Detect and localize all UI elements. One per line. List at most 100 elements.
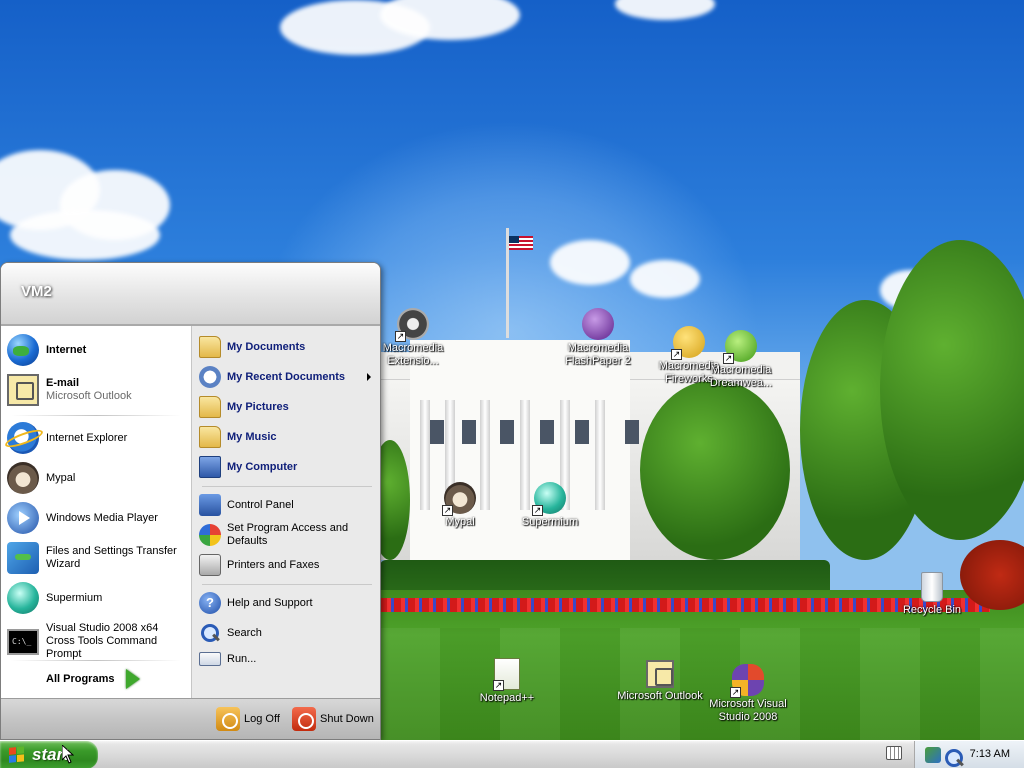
desktop-icon-notepadpp[interactable]: ↗ Notepad++ <box>462 658 552 705</box>
recent-internet-explorer[interactable]: Internet Explorer <box>7 422 187 454</box>
place-my-pictures[interactable]: My Pictures <box>199 396 379 418</box>
desktop-icon-visual-studio[interactable]: ↗ Microsoft Visual Studio 2008 <box>703 664 793 724</box>
place-my-music[interactable]: My Music <box>199 426 379 448</box>
run[interactable]: Run... <box>199 652 379 666</box>
all-programs-button[interactable]: All Programs <box>46 669 141 689</box>
notepadpp-icon: ↗ <box>493 658 520 691</box>
place-my-documents[interactable]: My Documents <box>199 336 379 358</box>
recent-windows-media-player[interactable]: Windows Media Player <box>7 502 187 534</box>
recent-documents-icon <box>199 366 221 388</box>
system-program-access[interactable]: Set Program Access and Defaults <box>199 522 379 548</box>
shut-down-button[interactable]: Shut Down <box>292 707 374 731</box>
network-icon[interactable] <box>925 747 941 763</box>
system-tray: 7:13 AM <box>914 741 1024 768</box>
start-menu-footer: Log Off Shut Down <box>1 698 380 739</box>
key-icon <box>216 707 240 731</box>
macromedia-extension-icon: ↗ <box>395 308 429 342</box>
keyboard-icon[interactable] <box>886 746 902 760</box>
recent-vs-command-prompt[interactable]: Visual Studio 2008 x64 Cross Tools Comma… <box>7 622 187 661</box>
item-label: Files and Settings Transfer Wizard <box>46 545 177 570</box>
item-sublabel: Microsoft Outlook <box>46 390 132 402</box>
supermium-icon: ↗ <box>532 482 566 516</box>
cloud <box>615 0 715 20</box>
desktop-icon-label: Microsoft Visual Studio 2008 <box>709 698 787 723</box>
start-menu: VM2 Internet E-mail Microsoft Outlook In… <box>0 262 381 740</box>
desktop-icon-supermium[interactable]: ↗ Supermium <box>505 482 595 529</box>
desktop-icon-macromedia-flashpaper[interactable]: Macromedia FlashPaper 2 <box>553 308 643 368</box>
recent-mypal[interactable]: Mypal <box>7 462 187 494</box>
window <box>430 420 444 444</box>
desktop-icon-outlook[interactable]: Microsoft Outlook <box>615 660 705 703</box>
recent-supermium[interactable]: Supermium <box>7 582 187 614</box>
separator <box>11 415 181 416</box>
cloud <box>630 260 700 298</box>
start-button[interactable]: start <box>0 741 98 768</box>
my-pictures-icon <box>199 396 221 418</box>
help-and-support[interactable]: ? Help and Support <box>199 592 379 614</box>
run-icon <box>199 652 221 666</box>
place-my-recent-documents[interactable]: My Recent Documents <box>199 366 379 388</box>
system-printers-and-faxes[interactable]: Printers and Faxes <box>199 554 379 576</box>
program-access-icon <box>199 524 221 546</box>
pinned-internet[interactable]: Internet <box>7 334 187 366</box>
desktop-icon-macromedia-extension[interactable]: ↗ Macromedia Extensio... <box>368 308 458 368</box>
window <box>540 420 554 444</box>
cloud <box>10 210 160 260</box>
item-label: E-mail <box>46 377 80 389</box>
window <box>500 420 514 444</box>
clock[interactable]: 7:13 AM <box>970 748 1010 760</box>
window <box>625 420 639 444</box>
mypal-icon <box>7 462 39 494</box>
search[interactable]: Search <box>199 622 379 644</box>
recent-transfer-wizard[interactable]: Files and Settings Transfer Wizard <box>7 542 187 574</box>
start-menu-header: VM2 <box>1 263 380 326</box>
start-menu-places-pane: My Documents My Recent Documents My Pict… <box>191 326 380 698</box>
separator <box>202 486 372 487</box>
item-label: Windows Media Player <box>46 511 158 524</box>
internet-globe-icon <box>7 334 39 366</box>
desktop-icon-macromedia-dreamweaver[interactable]: ↗ Macromedia Dreamwea... <box>696 330 786 390</box>
window <box>575 420 589 444</box>
command-prompt-icon <box>7 628 39 655</box>
separator <box>11 660 181 661</box>
recycle-bin-icon <box>921 572 943 602</box>
mouse-cursor-icon <box>62 745 74 764</box>
item-label: Set Program Access and Defaults <box>227 522 349 547</box>
my-computer-icon <box>199 456 221 478</box>
desktop-icon-label: Macromedia FlashPaper 2 <box>565 342 631 367</box>
item-label: My Pictures <box>227 400 289 413</box>
transfer-wizard-icon <box>7 542 39 574</box>
window <box>462 420 476 444</box>
item-label: My Documents <box>227 340 306 353</box>
flag <box>509 236 533 250</box>
desktop-icon-label: Recycle Bin <box>902 604 962 616</box>
supermium-icon <box>7 582 39 614</box>
media-player-icon <box>7 502 39 534</box>
tree <box>640 380 790 560</box>
desktop-icon-recycle-bin[interactable]: Recycle Bin <box>887 572 977 617</box>
macromedia-dreamweaver-icon: ↗ <box>723 330 757 364</box>
start-menu-programs-pane: Internet E-mail Microsoft Outlook Intern… <box>1 326 191 698</box>
item-label: Printers and Faxes <box>227 558 320 571</box>
shortcut-arrow-icon: ↗ <box>442 505 453 516</box>
control-panel-icon <box>199 494 221 516</box>
desktop-icon-label: Mypal <box>445 516 475 528</box>
system-control-panel[interactable]: Control Panel <box>199 494 379 516</box>
macromedia-flashpaper-icon <box>582 308 614 340</box>
outlook-icon <box>7 374 39 406</box>
pinned-email[interactable]: E-mail Microsoft Outlook <box>7 374 187 406</box>
desktop-icon-label: Macromedia Extensio... <box>382 342 444 367</box>
item-label: My Computer <box>227 460 298 473</box>
item-label: Visual Studio 2008 x64 Cross Tools Comma… <box>46 622 159 660</box>
search-icon[interactable] <box>943 747 963 767</box>
item-label: Mypal <box>46 471 76 484</box>
item-label: Help and Support <box>227 596 313 609</box>
desktop-icon-mypal[interactable]: ↗ Mypal <box>415 482 505 529</box>
taskbar: start 7:13 AM <box>0 740 1024 768</box>
place-my-computer[interactable]: My Computer <box>199 456 379 478</box>
log-off-button[interactable]: Log Off <box>216 707 280 731</box>
all-programs-label: All Programs <box>46 673 115 685</box>
shortcut-arrow-icon: ↗ <box>493 680 504 691</box>
search-icon <box>199 622 221 644</box>
item-label: My Recent Documents <box>227 370 345 383</box>
